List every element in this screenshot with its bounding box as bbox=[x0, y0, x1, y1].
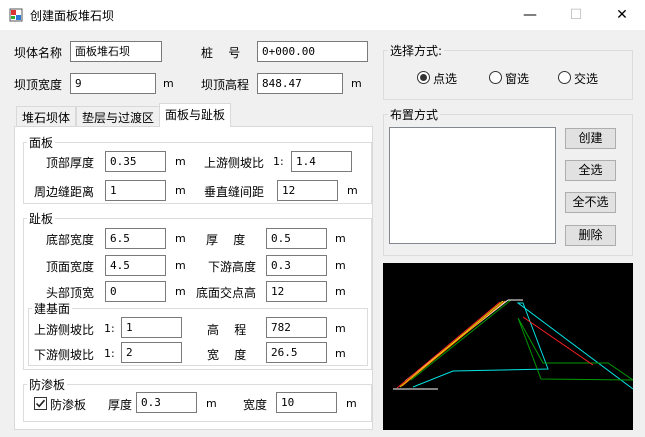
bottom-width-unit: m bbox=[175, 232, 186, 245]
close-button[interactable]: ✕ bbox=[599, 0, 645, 30]
dam-name-label: 坝体名称 bbox=[14, 46, 63, 60]
toe-thickness-label: 厚 度 bbox=[206, 233, 246, 247]
perimeter-joint-input[interactable]: 1 bbox=[105, 180, 166, 201]
seepage-thickness-unit: m bbox=[206, 397, 217, 410]
toe-thickness-unit: m bbox=[335, 232, 346, 245]
face-upstream-slope-input[interactable]: 1.4 bbox=[291, 151, 352, 172]
top-thickness-label: 顶部厚度 bbox=[46, 156, 95, 170]
head-top-width-input[interactable]: 0 bbox=[105, 281, 166, 302]
foundation-downstream-slope-prefix: 1: bbox=[104, 347, 115, 360]
seepage-thickness-input[interactable]: 0.3 bbox=[136, 392, 197, 413]
seepage-width-unit: m bbox=[346, 397, 357, 410]
toe-thickness-input[interactable]: 0.5 bbox=[266, 228, 327, 249]
minimize-button[interactable]: — bbox=[507, 0, 553, 30]
face-upstream-slope-label: 上游侧坡比 bbox=[204, 156, 265, 170]
downstream-height-input[interactable]: 0.3 bbox=[266, 255, 327, 276]
bottom-intersection-input[interactable]: 12 bbox=[266, 281, 327, 302]
seepage-plate-group-title: 防渗板 bbox=[27, 376, 68, 393]
radio-cross-select-label[interactable]: 交选 bbox=[574, 70, 598, 87]
crest-width-unit: m bbox=[163, 77, 174, 90]
foundation-elevation-label: 高 程 bbox=[207, 323, 247, 337]
downstream-height-unit: m bbox=[335, 259, 346, 272]
crest-width-label: 坝顶宽度 bbox=[14, 78, 63, 92]
selection-mode-title: 选择方式: bbox=[388, 42, 445, 59]
foundation-upstream-slope-label: 上游侧坡比 bbox=[34, 323, 95, 337]
radio-cross-select[interactable] bbox=[558, 71, 571, 84]
crest-elevation-label: 坝顶高程 bbox=[201, 78, 250, 92]
vertical-joint-unit: m bbox=[347, 184, 358, 197]
bottom-intersection-label: 底面交点高 bbox=[196, 286, 257, 300]
perimeter-joint-label: 周边缝距离 bbox=[34, 185, 95, 199]
maximize-button[interactable]: ☐ bbox=[553, 0, 599, 30]
select-all-button[interactable]: 全选 bbox=[565, 160, 616, 181]
radio-window-select-label[interactable]: 窗选 bbox=[505, 70, 529, 87]
crest-elevation-unit: m bbox=[351, 77, 362, 90]
tab-face-toe-slab[interactable]: 面板与趾板 bbox=[159, 103, 232, 127]
delete-button[interactable]: 删除 bbox=[565, 225, 616, 246]
radio-point-select[interactable] bbox=[417, 71, 430, 84]
top-width-input[interactable]: 4.5 bbox=[105, 255, 166, 276]
foundation-elevation-unit: m bbox=[335, 322, 346, 335]
dam-name-input[interactable]: 面板堆石坝 bbox=[70, 41, 162, 62]
top-thickness-unit: m bbox=[175, 155, 186, 168]
app-icon bbox=[9, 8, 23, 22]
layout-list[interactable] bbox=[389, 127, 556, 244]
window-title: 创建面板堆石坝 bbox=[30, 9, 115, 23]
foundation-upstream-slope-input[interactable]: 1 bbox=[121, 317, 182, 338]
deselect-all-button[interactable]: 全不选 bbox=[565, 192, 616, 213]
tab-cushion-transition[interactable]: 垫层与过渡区 bbox=[76, 106, 161, 127]
foundation-width-label: 宽 度 bbox=[207, 348, 247, 362]
create-button[interactable]: 创建 bbox=[565, 128, 616, 149]
crest-width-input[interactable]: 9 bbox=[70, 73, 156, 94]
bottom-width-input[interactable]: 6.5 bbox=[105, 228, 166, 249]
dam-section-preview bbox=[383, 263, 633, 430]
tab-rockfill-body[interactable]: 堆石坝体 bbox=[16, 106, 77, 127]
top-thickness-input[interactable]: 0.35 bbox=[105, 151, 166, 172]
radio-window-select[interactable] bbox=[489, 71, 502, 84]
head-top-width-unit: m bbox=[175, 285, 186, 298]
vertical-joint-input[interactable]: 12 bbox=[277, 180, 338, 201]
seepage-plate-checkbox[interactable] bbox=[34, 397, 47, 410]
foundation-upstream-slope-prefix: 1: bbox=[104, 322, 115, 335]
station-input[interactable]: 0+000.00 bbox=[257, 41, 368, 62]
perimeter-joint-unit: m bbox=[175, 184, 186, 197]
face-upstream-slope-prefix: 1: bbox=[273, 155, 284, 168]
foundation-group-title: 建基面 bbox=[32, 300, 73, 317]
foundation-downstream-slope-label: 下游侧坡比 bbox=[34, 348, 95, 362]
station-label: 桩 号 bbox=[201, 46, 241, 60]
checkmark-icon bbox=[35, 399, 46, 408]
seepage-width-label: 宽度 bbox=[243, 398, 268, 412]
head-top-width-label: 头部顶宽 bbox=[46, 286, 95, 300]
layout-mode-title: 布置方式 bbox=[388, 106, 441, 123]
bottom-intersection-unit: m bbox=[335, 285, 346, 298]
seepage-thickness-label: 厚度 bbox=[108, 398, 133, 412]
seepage-width-input[interactable]: 10 bbox=[276, 392, 337, 413]
vertical-joint-label: 垂直缝间距 bbox=[204, 185, 265, 199]
radio-point-select-label[interactable]: 点选 bbox=[433, 70, 457, 87]
face-slab-group-title: 面板 bbox=[27, 134, 56, 151]
crest-elevation-input[interactable]: 848.47 bbox=[257, 73, 343, 94]
top-width-unit: m bbox=[175, 259, 186, 272]
foundation-elevation-input[interactable]: 782 bbox=[266, 317, 327, 338]
foundation-width-input[interactable]: 26.5 bbox=[266, 342, 327, 363]
bottom-width-label: 底部宽度 bbox=[46, 233, 95, 247]
foundation-width-unit: m bbox=[335, 347, 346, 360]
top-width-label: 顶面宽度 bbox=[46, 260, 95, 274]
seepage-plate-checkbox-label[interactable]: 防渗板 bbox=[50, 396, 86, 413]
downstream-height-label: 下游高度 bbox=[208, 260, 257, 274]
toe-slab-group-title: 趾板 bbox=[27, 210, 56, 227]
foundation-downstream-slope-input[interactable]: 2 bbox=[121, 342, 182, 363]
